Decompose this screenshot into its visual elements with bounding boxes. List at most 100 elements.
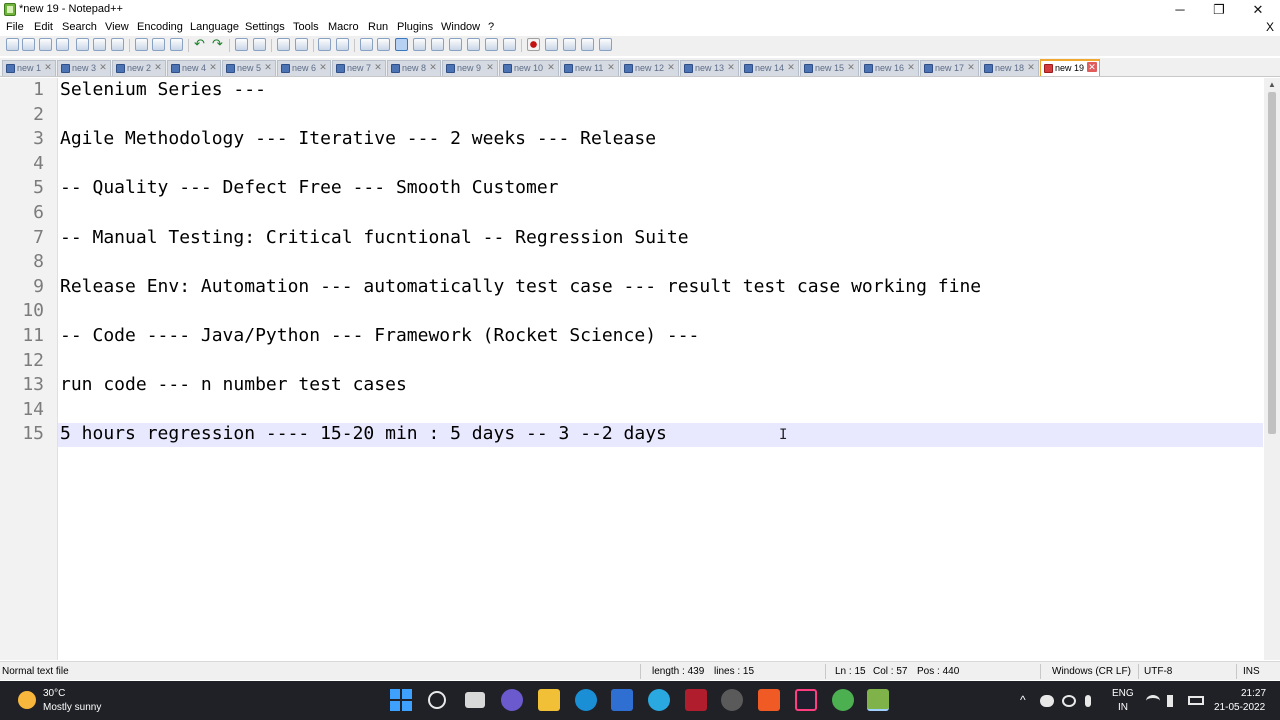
document-map-icon[interactable]	[431, 38, 444, 51]
brave-browser-icon[interactable]	[758, 689, 780, 711]
tab-new-17[interactable]: new 17 ✕	[920, 60, 979, 76]
paste-icon[interactable]	[170, 38, 183, 51]
clock-time[interactable]: 21:27	[1241, 688, 1266, 699]
editor-area[interactable]: 1 2 3 4 5 6 7 8 9 10 11 12 13 14 15 Sele…	[0, 78, 1280, 660]
menu-help[interactable]: ?	[488, 21, 494, 33]
tab-new-16[interactable]: new 16 ✕	[860, 60, 919, 76]
close-window-button[interactable]: ✕	[1238, 0, 1278, 20]
wifi-icon[interactable]	[1146, 695, 1160, 707]
tab-new-12[interactable]: new 12 ✕	[620, 60, 679, 76]
word-wrap-icon[interactable]	[360, 38, 373, 51]
intellij-idea-icon[interactable]	[795, 689, 817, 711]
save-all-icon[interactable]	[56, 38, 69, 51]
text-line[interactable]: Selenium Series ---	[60, 78, 266, 102]
text-line[interactable]: -- Quality --- Defect Free --- Smooth Cu…	[60, 176, 559, 200]
menu-edit[interactable]: Edit	[34, 21, 53, 33]
menu-file[interactable]: File	[6, 21, 24, 33]
menu-plugins[interactable]: Plugins	[397, 21, 433, 33]
menu-search[interactable]: Search	[62, 21, 97, 33]
show-hidden-icons-chevron[interactable]: ^	[1020, 693, 1026, 707]
close-tab-icon[interactable]: ✕	[1026, 62, 1036, 72]
menu-run[interactable]: Run	[368, 21, 388, 33]
scroll-up-icon[interactable]: ▲	[1264, 78, 1280, 92]
minimize-button[interactable]: ─	[1160, 0, 1200, 20]
find-icon[interactable]	[235, 38, 248, 51]
tab-new-18[interactable]: new 18 ✕	[980, 60, 1039, 76]
microphone-icon[interactable]	[1085, 695, 1091, 707]
close-tab-icon[interactable]: ✕	[318, 62, 328, 72]
menu-settings[interactable]: Settings	[245, 21, 285, 33]
close-tab-icon[interactable]: ✕	[786, 62, 796, 72]
menu-language[interactable]: Language	[190, 21, 239, 33]
search-icon[interactable]	[428, 691, 446, 709]
close-tab-icon[interactable]: ✕	[373, 62, 383, 72]
maximize-button[interactable]: ❐	[1199, 0, 1239, 20]
task-view-icon[interactable]	[465, 692, 485, 708]
close-tab-icon[interactable]: ✕	[966, 62, 976, 72]
zoom-in-icon[interactable]	[277, 38, 290, 51]
function-list-icon[interactable]	[449, 38, 462, 51]
text-line[interactable]: -- Code ---- Java/Python --- Framework (…	[60, 324, 699, 348]
close-tab-icon[interactable]: ✕	[666, 62, 676, 72]
save-macro-icon[interactable]	[599, 38, 612, 51]
control-panel-icon[interactable]	[648, 689, 670, 711]
scrollbar-thumb[interactable]	[1268, 92, 1276, 434]
monitoring-icon[interactable]	[485, 38, 498, 51]
close-tab-icon[interactable]: ✕	[906, 62, 916, 72]
language-indicator[interactable]: ENG	[1112, 688, 1134, 699]
close-tab-icon[interactable]: ✕	[606, 62, 616, 72]
weather-description[interactable]: Mostly sunny	[43, 702, 101, 713]
tab-new-14[interactable]: new 14 ✕	[740, 60, 799, 76]
volume-icon[interactable]	[1167, 695, 1181, 707]
tab-new-5[interactable]: new 5 ✕	[222, 60, 276, 76]
macro-icon[interactable]	[503, 38, 516, 51]
playback-icon[interactable]	[563, 38, 576, 51]
settings-gear-icon[interactable]	[721, 689, 743, 711]
clock-date[interactable]: 21-05-2022	[1214, 702, 1265, 713]
close-tab-icon[interactable]: ✕	[546, 62, 556, 72]
battery-icon[interactable]	[1188, 696, 1204, 705]
tab-new-3[interactable]: new 3 ✕	[57, 60, 111, 76]
vertical-scrollbar[interactable]: ▲	[1264, 78, 1280, 660]
replace-icon[interactable]	[253, 38, 266, 51]
open-file-icon[interactable]	[22, 38, 35, 51]
text-line-current[interactable]: 5 hours regression ---- 15-20 min : 5 da…	[60, 422, 667, 446]
save-icon[interactable]	[39, 38, 52, 51]
close-tab-icon[interactable]: ✕	[726, 62, 736, 72]
cut-icon[interactable]	[135, 38, 148, 51]
close-document-button[interactable]: X	[1266, 20, 1274, 34]
tab-new-2[interactable]: new 2 ✕	[112, 60, 166, 76]
stop-recording-icon[interactable]	[545, 38, 558, 51]
close-tab-icon[interactable]: ✕	[263, 62, 273, 72]
tab-new-15[interactable]: new 15 ✕	[800, 60, 859, 76]
tab-new-9[interactable]: new 9 ✕	[442, 60, 498, 76]
menu-view[interactable]: View	[105, 21, 129, 33]
teams-chat-icon[interactable]	[501, 689, 523, 711]
close-tab-icon[interactable]: ✕	[846, 62, 856, 72]
close-tab-icon[interactable]: ✕	[153, 62, 163, 72]
close-tab-icon[interactable]: ✕	[43, 62, 53, 72]
menu-encoding[interactable]: Encoding	[137, 21, 183, 33]
tab-new-10[interactable]: new 10 ✕	[499, 60, 559, 76]
text-line[interactable]: Release Env: Automation --- automaticall…	[60, 275, 981, 299]
weather-temperature[interactable]: 30°C	[43, 688, 65, 699]
close-tab-icon[interactable]: ✕	[428, 62, 438, 72]
file-explorer-icon[interactable]	[538, 689, 560, 711]
close-tab-icon[interactable]: ✕	[208, 62, 218, 72]
copy-icon[interactable]	[152, 38, 165, 51]
chrome-browser-icon[interactable]	[832, 689, 854, 711]
tab-new-4[interactable]: new 4 ✕	[167, 60, 221, 76]
weather-sun-icon[interactable]	[18, 691, 36, 709]
tab-new-6[interactable]: new 6 ✕	[277, 60, 331, 76]
tab-new-7[interactable]: new 7 ✕	[332, 60, 386, 76]
close-all-icon[interactable]	[93, 38, 106, 51]
sync-vertical-icon[interactable]	[318, 38, 331, 51]
record-macro-icon[interactable]	[527, 38, 540, 51]
new-file-icon[interactable]	[6, 38, 19, 51]
close-tab-icon[interactable]: ✕	[1087, 62, 1097, 72]
tab-new-11[interactable]: new 11 ✕	[560, 60, 619, 76]
run-macro-multiple-icon[interactable]	[581, 38, 594, 51]
user-defined-language-icon[interactable]	[413, 38, 426, 51]
text-line[interactable]: run code --- n number test cases	[60, 373, 407, 397]
text-line[interactable]: Agile Methodology --- Iterative --- 2 we…	[60, 127, 656, 151]
